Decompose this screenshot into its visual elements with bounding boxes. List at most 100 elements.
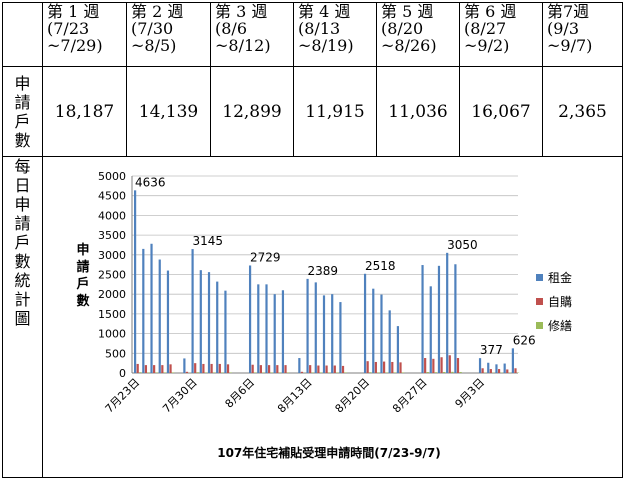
bar <box>199 270 202 373</box>
legend-label: 租金 <box>548 270 572 285</box>
bar <box>333 365 336 373</box>
label-char: 日 <box>14 176 31 195</box>
bar <box>134 190 137 373</box>
bar <box>391 361 394 373</box>
bar <box>139 372 142 373</box>
bar <box>273 294 276 373</box>
bar <box>204 372 208 373</box>
legend-swatch <box>536 298 543 305</box>
application-count-row: 申 請 戶 數 18,187 14,139 12,899 11,915 11,0… <box>2 66 623 157</box>
y-tick-label: 0 <box>119 367 126 380</box>
bar <box>459 372 462 373</box>
label-char: 請 <box>14 214 31 233</box>
bar <box>437 265 441 373</box>
bar <box>374 361 377 373</box>
bar <box>454 264 457 373</box>
count-week-2: 14,139 <box>126 66 211 157</box>
application-count-row-label: 申 請 戶 數 <box>2 66 43 157</box>
bar <box>210 363 213 373</box>
legend-label: 修繕 <box>548 318 572 333</box>
bar <box>216 281 219 373</box>
bar <box>514 368 517 373</box>
week-range-start: (8/13 <box>298 19 341 38</box>
y-tick-label: 1500 <box>98 308 126 321</box>
count-week-7: 2,365 <box>542 66 623 157</box>
bar <box>218 363 221 373</box>
week-range-start: (8/27 <box>464 19 507 38</box>
daily-chart-row: 每 日 申 請 戶 數 統 計 圖 0 500 1000 1500 2000 2500 30… <box>2 156 623 478</box>
bar <box>432 358 435 373</box>
label-char: 請 <box>14 92 31 112</box>
week-header-1: 第 1 週 (7/23 ~7/29) <box>42 2 127 67</box>
bar <box>429 286 432 373</box>
legend-label: 自購 <box>548 295 572 309</box>
bar <box>388 310 391 373</box>
label-char: 戶 <box>14 111 31 131</box>
x-tick-label: 7月30日 <box>160 376 200 416</box>
week-title: 第 2 週 <box>131 2 184 21</box>
week-range-end: ~8/19) <box>298 36 354 55</box>
bar <box>451 371 454 373</box>
label-char: 戶 <box>14 233 31 252</box>
bar <box>339 302 342 373</box>
bar <box>276 365 279 373</box>
bar <box>311 372 314 373</box>
data-label: 3050 <box>447 238 478 252</box>
bar <box>385 372 388 373</box>
bar <box>434 372 438 373</box>
bar <box>382 361 386 373</box>
bar <box>136 363 139 373</box>
bar <box>262 372 265 373</box>
week-title: 第 3 週 <box>215 2 268 21</box>
bar <box>363 273 367 373</box>
bar <box>278 372 282 373</box>
x-tick-label: 9月3日 <box>453 376 488 411</box>
week-header-4: 第 4 週 (8/13 ~8/19) <box>293 2 377 67</box>
y-axis-title-char: 申 <box>76 242 89 258</box>
bar <box>336 372 339 373</box>
data-label: 2518 <box>365 259 396 273</box>
bar <box>456 358 460 373</box>
bar <box>478 358 482 373</box>
y-tick-label: 2500 <box>98 269 126 282</box>
bar <box>380 294 383 373</box>
bar <box>158 259 161 373</box>
y-tick-label: 3500 <box>98 229 126 242</box>
bar <box>322 295 326 373</box>
bar <box>185 371 189 373</box>
bar <box>270 372 273 373</box>
bar <box>153 365 156 373</box>
week-range-start: (7/23 <box>47 19 90 38</box>
week-header-row: 第 1 週 (7/23 ~7/29) 第 2 週 (7/30 ~8/5) 第 3 週 (8… <box>2 2 623 67</box>
week-range-start: (9/3 <box>547 19 579 38</box>
week-header-6: 第 6 週 (8/27 ~9/2) <box>459 2 543 67</box>
y-tick-label: 5000 <box>98 170 126 183</box>
bar <box>155 372 158 373</box>
week-title: 第 6 週 <box>464 2 517 21</box>
bar <box>166 270 170 373</box>
y-axis-title-char: 請 <box>76 259 89 275</box>
bar <box>426 372 429 373</box>
week-range-start: (8/20 <box>381 19 424 38</box>
week-range-end: ~9/2) <box>464 36 510 55</box>
bar <box>150 243 153 373</box>
bar <box>424 358 427 373</box>
bar <box>254 372 257 373</box>
document-table-frame: 第 1 週 (7/23 ~7/29) 第 2 週 (7/30 ~8/5) 第 3 週 (8… <box>0 0 627 480</box>
week-header-2: 第 2 週 (7/30 ~8/5) <box>126 2 211 67</box>
count-week-3: 12,899 <box>210 66 294 157</box>
label-char: 數 <box>14 130 31 150</box>
bar <box>300 371 304 373</box>
x-axis-title: 107年住宅補貼受理申請時間(7/23-9/7) <box>217 445 441 460</box>
bar <box>226 364 230 373</box>
legend-swatch <box>536 322 543 329</box>
bar <box>265 284 268 373</box>
y-tick-label: 4500 <box>98 190 126 203</box>
bar <box>402 372 405 373</box>
bar <box>257 284 260 373</box>
bar <box>344 372 347 373</box>
label-char: 計 <box>14 290 31 309</box>
daily-chart-cell: 0 500 1000 1500 2000 2500 3000 3500 4000 4500 5000… <box>42 156 623 478</box>
y-tick-label: 3000 <box>98 249 126 262</box>
label-char: 統 <box>14 271 31 290</box>
